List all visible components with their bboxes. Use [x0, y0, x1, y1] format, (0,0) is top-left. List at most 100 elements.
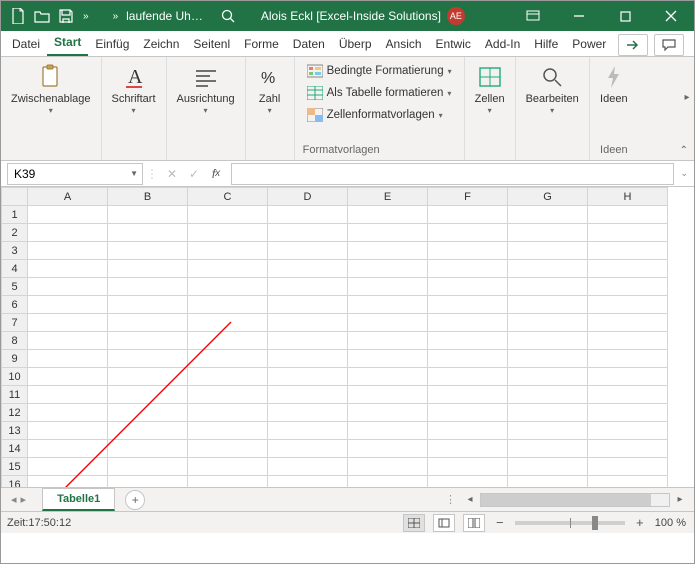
- tab-file[interactable]: Datei: [5, 32, 47, 56]
- tab-data[interactable]: Daten: [286, 32, 332, 56]
- column-header[interactable]: E: [348, 188, 428, 206]
- cell[interactable]: [348, 224, 428, 242]
- cell[interactable]: [588, 404, 668, 422]
- cell[interactable]: [268, 368, 348, 386]
- cell[interactable]: [508, 476, 588, 488]
- column-header[interactable]: F: [428, 188, 508, 206]
- cell[interactable]: [188, 404, 268, 422]
- ideas-button[interactable]: Ideen: [598, 61, 630, 108]
- spreadsheet-grid[interactable]: ABCDEFGH12345678910111213141516: [1, 187, 694, 487]
- cell[interactable]: [268, 404, 348, 422]
- cell[interactable]: [108, 332, 188, 350]
- cells-button[interactable]: Zellen▾: [473, 61, 507, 118]
- cell[interactable]: [188, 386, 268, 404]
- view-page-break-icon[interactable]: [463, 514, 485, 532]
- tab-split-handle[interactable]: ⋮: [445, 493, 456, 506]
- cell[interactable]: [108, 260, 188, 278]
- zoom-out-button[interactable]: −: [493, 516, 507, 530]
- tab-developer[interactable]: Entwic: [429, 32, 478, 56]
- tab-start[interactable]: Start: [47, 30, 88, 56]
- cell[interactable]: [348, 332, 428, 350]
- cell[interactable]: [188, 206, 268, 224]
- cell[interactable]: [348, 296, 428, 314]
- cell[interactable]: [28, 404, 108, 422]
- cell[interactable]: [108, 386, 188, 404]
- horizontal-scrollbar[interactable]: [480, 493, 670, 507]
- share-button[interactable]: [618, 34, 648, 56]
- cell[interactable]: [268, 260, 348, 278]
- user-avatar[interactable]: AE: [447, 7, 465, 25]
- cell[interactable]: [508, 368, 588, 386]
- cell[interactable]: [428, 440, 508, 458]
- fx-icon[interactable]: fx: [205, 163, 227, 185]
- zoom-level[interactable]: 100 %: [655, 517, 686, 529]
- cell[interactable]: [28, 440, 108, 458]
- cell[interactable]: [508, 242, 588, 260]
- row-header[interactable]: 12: [2, 404, 28, 422]
- cell[interactable]: [508, 422, 588, 440]
- cell[interactable]: [188, 332, 268, 350]
- cell[interactable]: [28, 458, 108, 476]
- cell[interactable]: [508, 314, 588, 332]
- cell[interactable]: [28, 224, 108, 242]
- cell[interactable]: [508, 440, 588, 458]
- tab-help[interactable]: Hilfe: [527, 32, 565, 56]
- cell[interactable]: [428, 458, 508, 476]
- cell[interactable]: [28, 314, 108, 332]
- cell[interactable]: [108, 206, 188, 224]
- view-normal-icon[interactable]: [403, 514, 425, 532]
- cell[interactable]: [588, 278, 668, 296]
- column-header[interactable]: H: [588, 188, 668, 206]
- cell[interactable]: [108, 476, 188, 488]
- add-sheet-button[interactable]: +: [125, 490, 145, 510]
- row-header[interactable]: 2: [2, 224, 28, 242]
- cell[interactable]: [28, 206, 108, 224]
- row-header[interactable]: 13: [2, 422, 28, 440]
- row-header[interactable]: 14: [2, 440, 28, 458]
- cell[interactable]: [108, 368, 188, 386]
- tab-view[interactable]: Ansich: [379, 32, 429, 56]
- new-file-icon[interactable]: [7, 5, 29, 27]
- cell[interactable]: [588, 224, 668, 242]
- row-header[interactable]: 4: [2, 260, 28, 278]
- cell[interactable]: [428, 278, 508, 296]
- cell[interactable]: [348, 458, 428, 476]
- search-icon[interactable]: [217, 5, 239, 27]
- cell[interactable]: [428, 350, 508, 368]
- cell[interactable]: [348, 278, 428, 296]
- cell[interactable]: [28, 350, 108, 368]
- cell[interactable]: [348, 404, 428, 422]
- cell[interactable]: [508, 332, 588, 350]
- cell[interactable]: [428, 368, 508, 386]
- cell[interactable]: [268, 278, 348, 296]
- row-header[interactable]: 16: [2, 476, 28, 488]
- ribbon-display-icon[interactable]: [510, 1, 556, 31]
- cell[interactable]: [188, 458, 268, 476]
- row-header[interactable]: 7: [2, 314, 28, 332]
- cell[interactable]: [268, 296, 348, 314]
- cell[interactable]: [28, 296, 108, 314]
- cell[interactable]: [348, 206, 428, 224]
- conditional-formatting-button[interactable]: Bedingte Formatierung ▾: [303, 61, 456, 81]
- sheet-tab-active[interactable]: Tabelle1: [42, 488, 115, 511]
- tab-review[interactable]: Überp: [332, 32, 379, 56]
- cell[interactable]: [508, 386, 588, 404]
- cell[interactable]: [28, 368, 108, 386]
- cell[interactable]: [428, 260, 508, 278]
- column-header[interactable]: G: [508, 188, 588, 206]
- cell[interactable]: [188, 422, 268, 440]
- cell[interactable]: [348, 422, 428, 440]
- maximize-icon[interactable]: [602, 1, 648, 31]
- user-name[interactable]: Alois Eckl [Excel-Inside Solutions]: [261, 9, 441, 23]
- cell[interactable]: [268, 242, 348, 260]
- cell[interactable]: [588, 314, 668, 332]
- hscroll-right-icon[interactable]: ▸: [672, 492, 688, 508]
- minimize-icon[interactable]: [556, 1, 602, 31]
- cell[interactable]: [428, 296, 508, 314]
- cell[interactable]: [268, 458, 348, 476]
- cell[interactable]: [508, 206, 588, 224]
- alignment-button[interactable]: Ausrichtung▾: [175, 61, 237, 118]
- cell[interactable]: [348, 242, 428, 260]
- cell[interactable]: [108, 404, 188, 422]
- row-header[interactable]: 1: [2, 206, 28, 224]
